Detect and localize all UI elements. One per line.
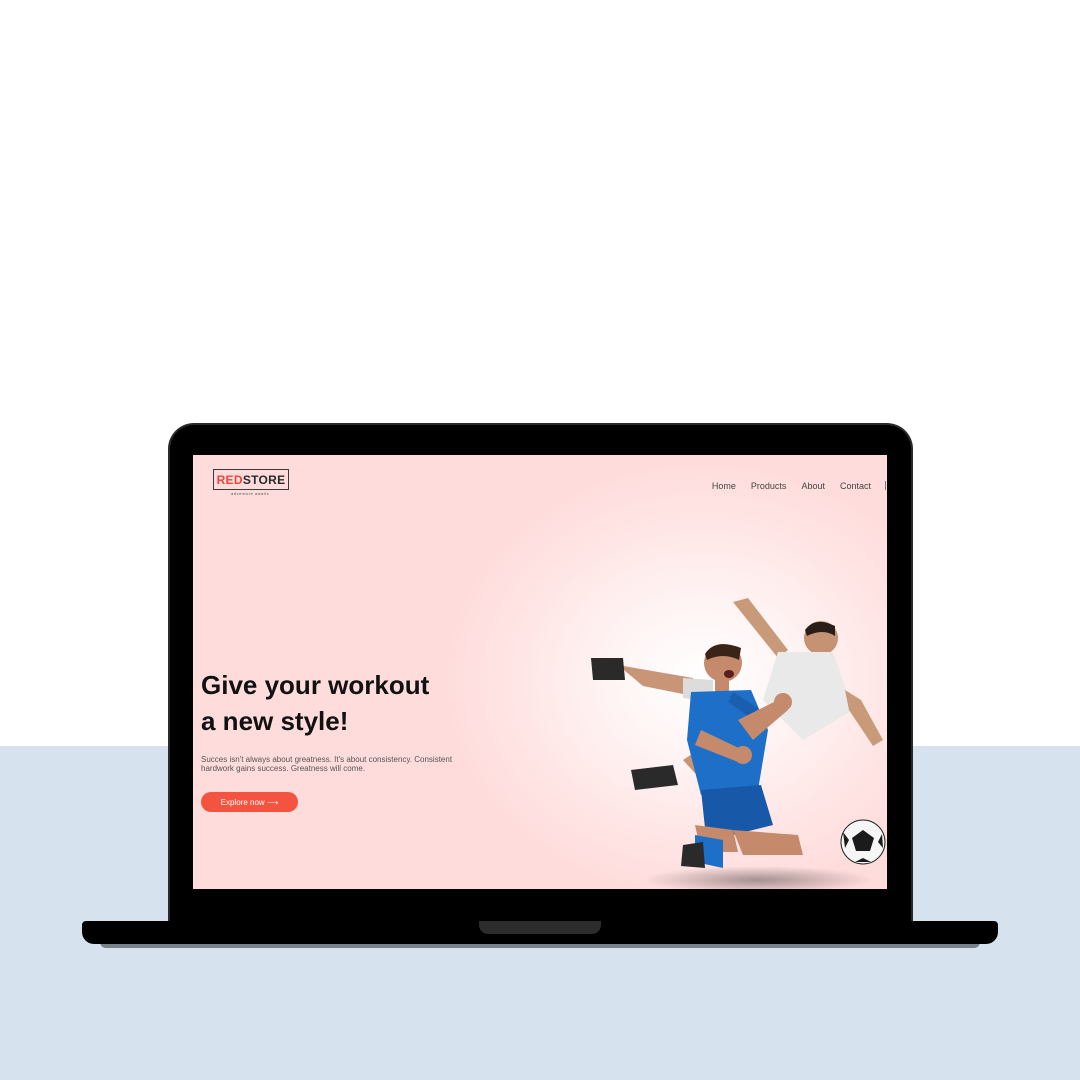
laptop-screen: RED STORE adventure awaits Home Products … <box>193 455 887 889</box>
hero-subtitle-line1: Succes isn't always about greatness. It'… <box>201 755 453 764</box>
logo-dark-text: STORE <box>242 472 286 487</box>
site-logo[interactable]: RED STORE <box>213 469 289 490</box>
main-nav: Home Products About Contact <box>697 481 887 491</box>
nav-contact[interactable]: Contact <box>840 481 871 491</box>
hero-title: Give your workout a new style! <box>201 667 501 739</box>
hero-title-line2: a new style! <box>201 706 349 736</box>
hero-subtitle-line2: hardwork gains success. Greatness will c… <box>201 764 366 773</box>
hero-title-line1: Give your workout <box>201 670 430 700</box>
logo-red-text: RED <box>216 472 243 487</box>
nav-products[interactable]: Products <box>751 481 787 491</box>
laptop-notch <box>479 921 601 934</box>
hero-subtitle: Succes isn't always about greatness. It'… <box>201 755 501 773</box>
nav-home[interactable]: Home <box>712 481 736 491</box>
nav-about[interactable]: About <box>801 481 825 491</box>
football-icon <box>840 819 886 865</box>
explore-now-button[interactable]: Explore now ⟶ <box>201 792 298 812</box>
football-players-illustration <box>591 598 886 889</box>
nav-overflow-item[interactable] <box>885 481 887 490</box>
logo-tagline: adventure awaits <box>231 491 270 496</box>
